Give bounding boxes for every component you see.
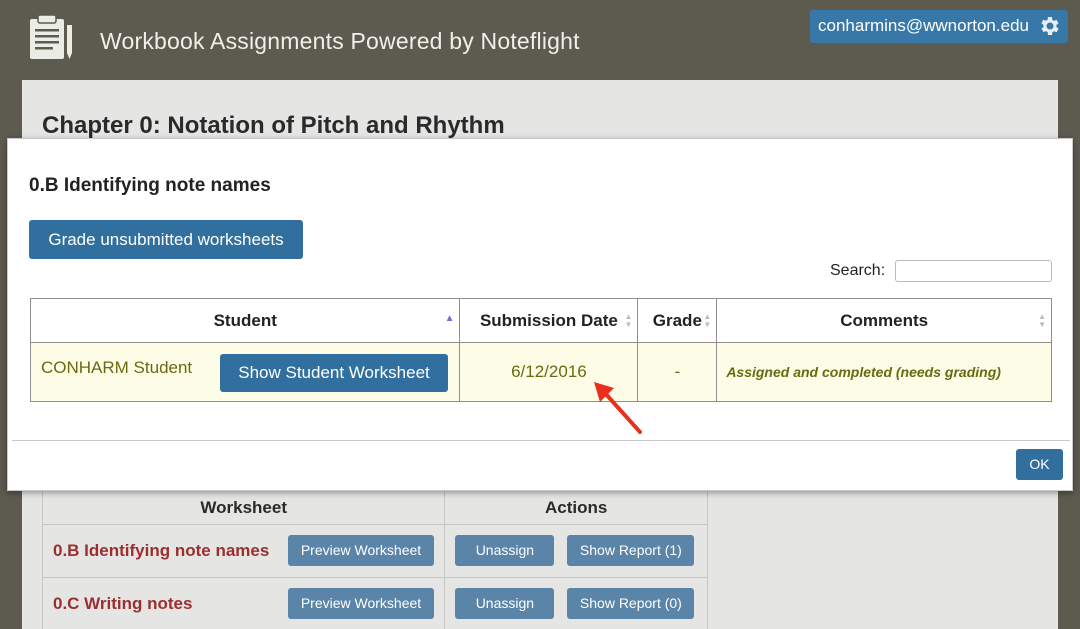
user-menu-button[interactable]: conharmins@wwnorton.edu — [810, 10, 1068, 43]
actions-cell: Unassign Show Report (1) — [444, 524, 708, 578]
show-student-worksheet-button[interactable]: Show Student Worksheet — [220, 354, 448, 392]
grade-column-header[interactable]: Grade ▲ ▼ — [637, 298, 718, 343]
student-name: CONHARM Student — [41, 358, 193, 377]
modal-divider — [12, 440, 1070, 441]
ok-button[interactable]: OK — [1016, 449, 1063, 480]
student-cell: CONHARM Student Show Student Worksheet — [29, 342, 461, 402]
clipboard-icon — [30, 14, 72, 59]
sort-icon: ▲ ▼ — [624, 312, 633, 329]
table-row: 0.C Writing notes Preview Worksheet Unas… — [41, 577, 708, 629]
show-report-button[interactable]: Show Report (1) — [567, 535, 695, 566]
comments-header-label: Comments — [840, 310, 929, 330]
sort-ascending-icon: ▲ — [444, 313, 455, 324]
grade-unsubmitted-button[interactable]: Grade unsubmitted worksheets — [29, 220, 303, 259]
search-input[interactable] — [895, 260, 1052, 282]
worksheet-table: Worksheet Actions 0.B Identifying note n… — [41, 484, 708, 629]
comments-column-header[interactable]: Comments ▲ ▼ — [716, 298, 1052, 343]
table-row: CONHARM Student Show Student Worksheet 6… — [29, 342, 1052, 402]
sort-icon: ▲ ▼ — [1038, 312, 1046, 329]
grade-header-label: Grade — [652, 310, 702, 330]
annotation-arrow-icon — [594, 382, 642, 434]
student-header-label: Student — [213, 310, 277, 330]
preview-worksheet-button[interactable]: Preview Worksheet — [288, 588, 434, 619]
unassign-button[interactable]: Unassign — [455, 588, 555, 619]
gear-icon — [1041, 17, 1059, 35]
worksheet-link[interactable]: 0.C Writing notes — [53, 594, 192, 614]
submissions-table: Student ▲ Submission Date ▲ ▼ Grade ▲ ▼ Co… — [29, 298, 1052, 402]
comment-cell: Assigned and completed (needs grading) — [716, 342, 1052, 402]
report-modal: 0.B Identifying note names Grade unsubmi… — [7, 138, 1073, 491]
user-email: conharmins@wwnorton.edu — [818, 16, 1029, 35]
table-row: 0.B Identifying note names Preview Works… — [41, 524, 708, 578]
unassign-button[interactable]: Unassign — [455, 535, 555, 566]
actions-cell: Unassign Show Report (0) — [444, 577, 708, 629]
preview-worksheet-button[interactable]: Preview Worksheet — [288, 535, 434, 566]
worksheet-cell: 0.C Writing notes Preview Worksheet — [41, 577, 446, 629]
student-column-header[interactable]: Student ▲ — [29, 298, 461, 343]
app-title: Workbook Assignments Powered by Noteflig… — [100, 28, 580, 54]
top-bar: Workbook Assignments Powered by Noteflig… — [0, 0, 1080, 80]
submission-date-header-label: Submission Date — [479, 310, 618, 330]
show-report-button[interactable]: Show Report (0) — [567, 588, 695, 619]
search-label: Search: — [830, 262, 886, 279]
submission-date-column-header[interactable]: Submission Date ▲ ▼ — [459, 298, 639, 343]
modal-title: 0.B Identifying note names — [29, 175, 271, 196]
chapter-title: Chapter 0: Notation of Pitch and Rhythm — [42, 112, 505, 139]
worksheet-link[interactable]: 0.B Identifying note names — [53, 541, 269, 561]
sort-icon: ▲ ▼ — [703, 312, 712, 329]
worksheet-cell: 0.B Identifying note names Preview Works… — [41, 524, 446, 578]
